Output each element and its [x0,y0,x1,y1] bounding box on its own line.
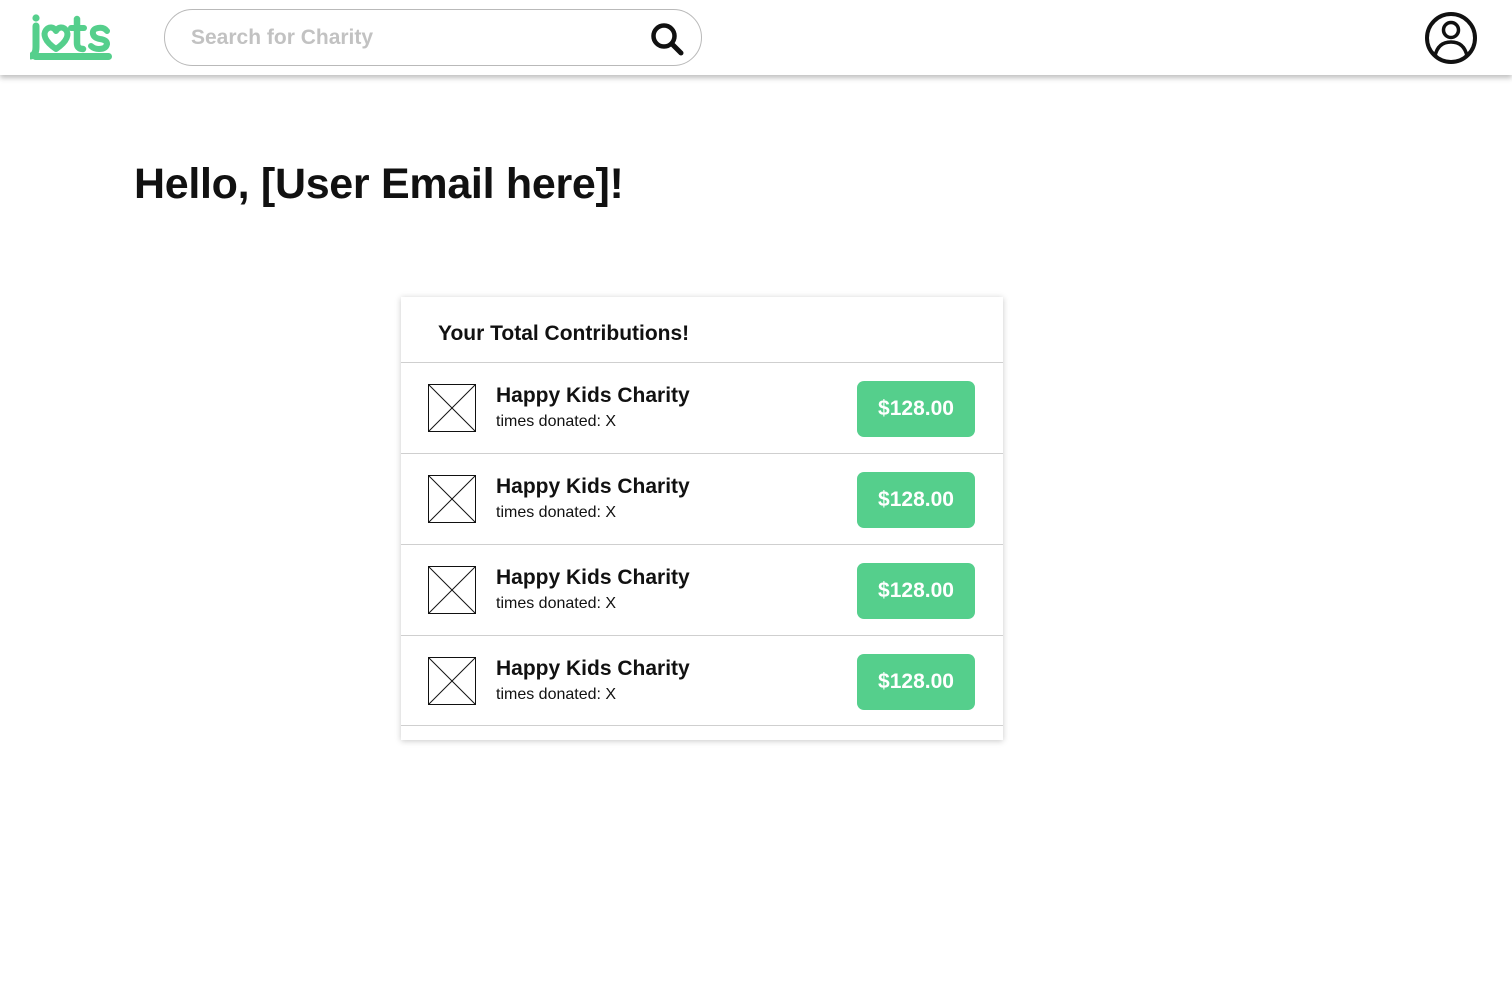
contributions-title: Your Total Contributions! [438,322,690,345]
jots-logo[interactable]: jots [30,12,114,62]
charity-name: Happy Kids Charity [496,384,690,407]
search-bar [164,9,702,66]
times-donated: times donated: X [496,686,617,703]
contributions-list: Happy Kids Charity times donated: X $128… [401,362,1003,726]
times-donated: times donated: X [496,413,617,430]
contributions-card: Your Total Contributions! Happy Kids Cha… [401,297,1003,740]
contribution-row[interactable]: Happy Kids Charity times donated: X $128… [401,362,1003,453]
contribution-row[interactable]: Happy Kids Charity times donated: X $128… [401,453,1003,544]
user-avatar-icon[interactable] [1424,11,1478,65]
search-input[interactable] [191,10,631,65]
charity-name: Happy Kids Charity [496,657,690,680]
contribution-row[interactable]: Happy Kids Charity times donated: X $128… [401,635,1003,726]
top-bar: jots [0,0,1512,75]
image-placeholder-icon [428,657,476,705]
contribution-row[interactable]: Happy Kids Charity times donated: X $128… [401,544,1003,635]
image-placeholder-icon [428,475,476,523]
donation-amount-button[interactable]: $128.00 [857,563,975,619]
times-donated: times donated: X [496,504,617,521]
donation-amount-button[interactable]: $128.00 [857,472,975,528]
times-donated: times donated: X [496,595,617,612]
greeting-heading: Hello, [User Email here]! [134,160,624,208]
image-placeholder-icon [428,384,476,432]
search-icon[interactable] [649,21,685,57]
charity-name: Happy Kids Charity [496,475,690,498]
donation-amount-button[interactable]: $128.00 [857,654,975,710]
image-placeholder-icon [428,566,476,614]
donation-amount-button[interactable]: $128.00 [857,381,975,437]
charity-name: Happy Kids Charity [496,566,690,589]
